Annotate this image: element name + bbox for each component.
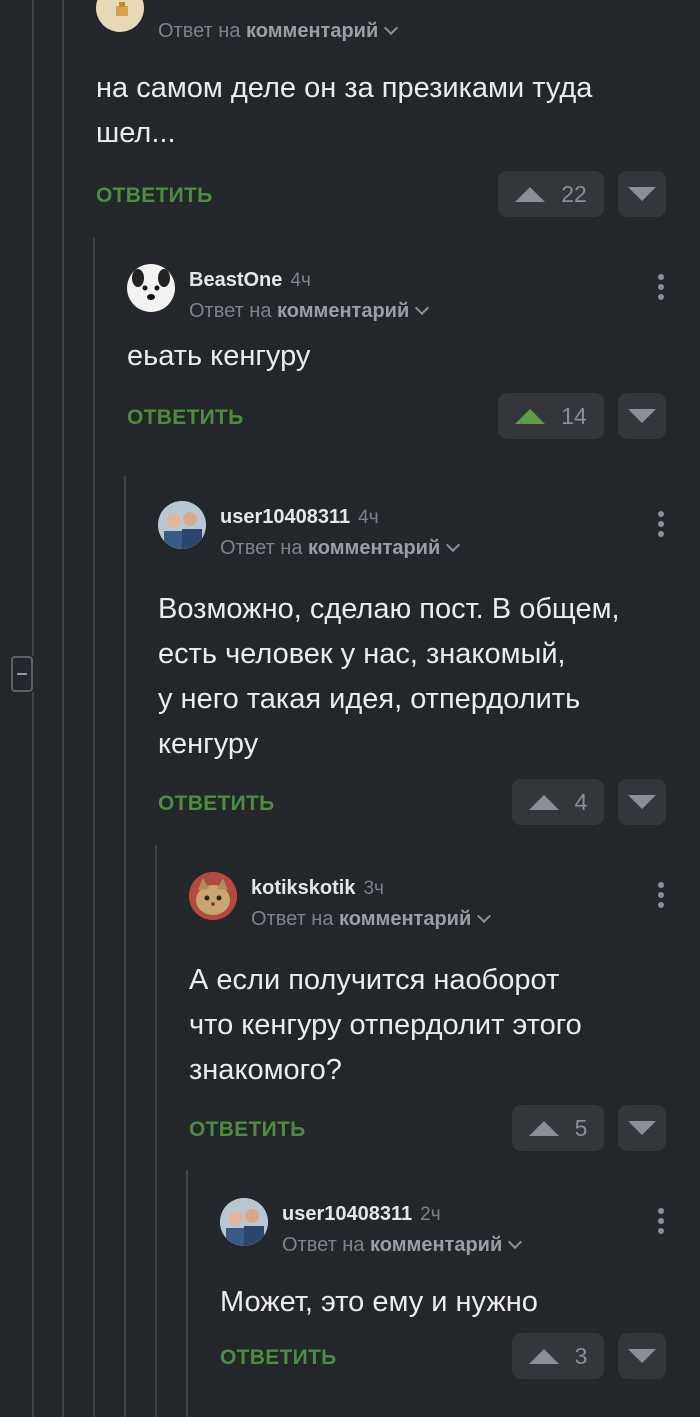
comment: user10408311 4ч Ответ на комментарий Возм… bbox=[158, 501, 700, 829]
upvote-icon bbox=[528, 1120, 559, 1136]
more-menu-icon[interactable] bbox=[658, 274, 666, 304]
downvote-icon bbox=[628, 1349, 656, 1363]
vote-count: 5 bbox=[574, 1114, 588, 1141]
reply-to[interactable]: Ответ на комментарий bbox=[189, 300, 430, 323]
reply-to[interactable]: Ответ на комментарий bbox=[158, 20, 399, 43]
more-menu-icon[interactable] bbox=[658, 511, 666, 541]
comment: user10408311 2ч Ответ на комментарий Може… bbox=[220, 1198, 700, 1383]
downvote-button[interactable] bbox=[618, 171, 666, 217]
upvote-button[interactable]: 4 bbox=[512, 779, 604, 825]
reply-button[interactable]: ОТВЕТИТЬ bbox=[189, 1118, 306, 1142]
comment: BeastOne 4ч Ответ на комментарий еьать ке… bbox=[127, 264, 700, 443]
reply-to[interactable]: Ответ на комментарий bbox=[282, 1234, 523, 1257]
upvote-button[interactable]: 22 bbox=[498, 171, 604, 217]
vote-count: 14 bbox=[561, 402, 587, 429]
thread-line bbox=[32, 0, 34, 656]
chevron-down-icon bbox=[477, 908, 492, 924]
thread-line bbox=[62, 0, 64, 1417]
chevron-down-icon bbox=[508, 1234, 523, 1250]
timestamp: 4ч bbox=[290, 270, 311, 291]
downvote-button[interactable] bbox=[618, 779, 666, 825]
username[interactable]: user10408311 4ч bbox=[220, 506, 379, 529]
upvote-button[interactable]: 5 bbox=[512, 1105, 604, 1151]
chevron-down-icon bbox=[446, 537, 461, 553]
vote-count: 22 bbox=[561, 180, 587, 207]
upvote-button[interactable]: 3 bbox=[512, 1333, 604, 1379]
vote-count: 4 bbox=[574, 788, 588, 815]
reply-to[interactable]: Ответ на комментарий bbox=[220, 537, 461, 560]
upvote-icon bbox=[528, 794, 559, 810]
comment-text: Может, это ему и нужно bbox=[220, 1286, 538, 1318]
upvote-icon bbox=[515, 186, 546, 202]
more-menu-icon[interactable] bbox=[658, 1208, 666, 1238]
thread-line bbox=[186, 1170, 188, 1417]
thread-line bbox=[32, 692, 34, 1417]
thread-line bbox=[93, 238, 95, 1417]
chevron-down-icon bbox=[415, 300, 430, 316]
comment-text: на самом деле он за презиками туда шел..… bbox=[96, 72, 593, 149]
timestamp: 3ч bbox=[363, 878, 384, 899]
comment-text: Возможно, сделаю пост. В общем, есть чел… bbox=[158, 593, 620, 760]
downvote-button[interactable] bbox=[618, 1333, 666, 1379]
thread-line bbox=[155, 845, 157, 1417]
downvote-icon bbox=[628, 187, 656, 201]
username[interactable]: kotikskotik 3ч bbox=[251, 877, 384, 900]
reply-button[interactable]: ОТВЕТИТЬ bbox=[96, 184, 213, 208]
chevron-down-icon bbox=[384, 20, 399, 36]
downvote-icon bbox=[628, 409, 656, 423]
comment: Ответ на комментарий на самом деле он за… bbox=[96, 0, 700, 221]
upvote-button[interactable]: 14 bbox=[498, 393, 604, 439]
avatar[interactable] bbox=[96, 0, 144, 32]
avatar[interactable] bbox=[189, 872, 237, 920]
downvote-icon bbox=[628, 795, 656, 809]
reply-button[interactable]: ОТВЕТИТЬ bbox=[127, 406, 244, 430]
comment-text: А если получится наоборот что кенгуру от… bbox=[189, 964, 582, 1086]
downvote-button[interactable] bbox=[618, 1105, 666, 1151]
avatar[interactable] bbox=[127, 264, 175, 312]
downvote-button[interactable] bbox=[618, 393, 666, 439]
thread-line bbox=[124, 476, 126, 1417]
reply-button[interactable]: ОТВЕТИТЬ bbox=[158, 792, 275, 816]
timestamp: 2ч bbox=[420, 1204, 441, 1225]
avatar[interactable] bbox=[220, 1198, 268, 1246]
more-menu-icon[interactable] bbox=[658, 882, 666, 912]
downvote-icon bbox=[628, 1121, 656, 1135]
username[interactable]: user10408311 2ч bbox=[282, 1203, 441, 1226]
comment: kotikskotik 3ч Ответ на комментарий А есл… bbox=[189, 872, 700, 1155]
upvote-icon bbox=[528, 1348, 559, 1364]
reply-button[interactable]: ОТВЕТИТЬ bbox=[220, 1346, 337, 1370]
reply-to[interactable]: Ответ на комментарий bbox=[251, 908, 492, 931]
timestamp: 4ч bbox=[358, 507, 379, 528]
collapse-thread-button[interactable] bbox=[11, 656, 33, 692]
vote-count: 3 bbox=[574, 1342, 588, 1369]
upvote-icon bbox=[515, 408, 546, 424]
username[interactable]: BeastOne 4ч bbox=[189, 269, 311, 292]
avatar[interactable] bbox=[158, 501, 206, 549]
